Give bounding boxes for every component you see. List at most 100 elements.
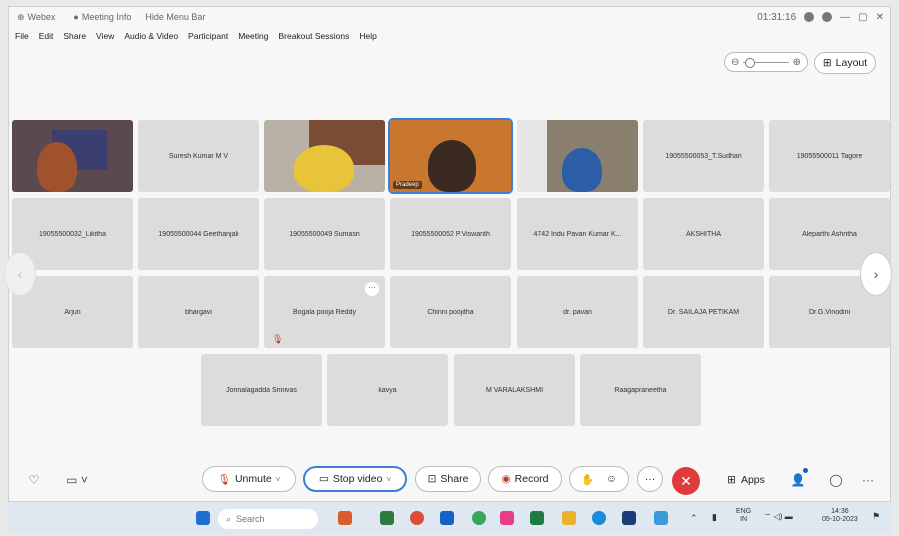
chevron-down-icon[interactable]: ˅ bbox=[276, 475, 281, 484]
mic-muted-icon: 🎙 bbox=[272, 334, 284, 344]
show-hidden-icons[interactable]: ⌃ bbox=[690, 514, 698, 523]
menu-help[interactable]: Help bbox=[359, 31, 376, 47]
widgets-icon[interactable] bbox=[338, 511, 352, 525]
captions-button[interactable]: ▭ ˅ bbox=[60, 468, 94, 492]
close-icon[interactable]: ✕ bbox=[876, 12, 884, 23]
apps-icon: ⊞ bbox=[727, 474, 736, 486]
previous-page-button[interactable]: ‹ bbox=[4, 252, 36, 296]
participant-tile[interactable]: 19055500053_T.Sudhari bbox=[643, 120, 764, 192]
webex-icon: ⊕ bbox=[17, 11, 25, 22]
file-explorer-icon[interactable] bbox=[562, 511, 576, 525]
network-app-icon[interactable] bbox=[654, 511, 668, 525]
meeting-info-button[interactable]: ● Meeting Info bbox=[73, 12, 131, 22]
participant-tile[interactable]: kavya bbox=[327, 354, 448, 426]
edge-icon[interactable] bbox=[592, 511, 606, 525]
participant-tile[interactable]: 4742 Indu Pavan Kumar K... bbox=[517, 198, 638, 270]
stop-video-button[interactable]: ▭ Stop video ˅ bbox=[303, 466, 407, 492]
menu-audio-video[interactable]: Audio & Video bbox=[124, 31, 178, 47]
info-icon: ● bbox=[73, 12, 79, 22]
menu-breakout-sessions[interactable]: Breakout Sessions bbox=[278, 31, 349, 47]
menu-participant[interactable]: Participant bbox=[188, 31, 228, 47]
share-button[interactable]: ⊡ Share bbox=[415, 466, 481, 492]
zoom-slider[interactable]: ⊖ ⊕ bbox=[724, 52, 808, 72]
zoom-knob[interactable] bbox=[745, 57, 756, 68]
unmute-button[interactable]: 🎙 Unmute ˅ bbox=[202, 466, 296, 492]
hide-menu-bar-button[interactable]: Hide Menu Bar bbox=[145, 12, 205, 22]
participants-button[interactable]: 👤 bbox=[786, 468, 810, 492]
taskview-icon[interactable] bbox=[380, 511, 394, 525]
participant-tile[interactable]: AKSHITHA bbox=[643, 198, 764, 270]
more-options-icon[interactable]: ··· bbox=[365, 282, 379, 296]
settings-icon[interactable] bbox=[822, 12, 833, 22]
layout-button[interactable]: ⊞ Layout bbox=[814, 52, 876, 74]
camera-icon: ▭ bbox=[318, 473, 329, 485]
share-icon: ⊡ bbox=[427, 473, 437, 485]
notification-dot bbox=[803, 468, 808, 473]
windows-start-icon[interactable] bbox=[196, 511, 210, 525]
participant-video bbox=[37, 142, 77, 192]
more-options-button[interactable]: ··· bbox=[637, 466, 663, 492]
participant-tile[interactable]: bhargavi bbox=[138, 276, 259, 348]
video-tile-4[interactable] bbox=[517, 120, 638, 192]
participant-tile[interactable]: 19055500011 Tagore bbox=[769, 120, 890, 192]
active-speaker-label: Pradeep bbox=[393, 181, 422, 189]
app-icon[interactable] bbox=[500, 511, 514, 525]
next-page-button[interactable]: › bbox=[860, 252, 892, 296]
participant-tile[interactable]: Suresh Kumar M V bbox=[138, 120, 259, 192]
chevron-right-icon: › bbox=[873, 266, 879, 282]
participant-tile[interactable]: M VARALAKSHMI bbox=[454, 354, 575, 426]
video-tile-active-speaker[interactable]: Pradeep bbox=[388, 118, 513, 194]
network-volume-battery-icons[interactable]: ⌔ ◁) ▬ bbox=[764, 513, 793, 521]
more-panels-button[interactable]: ··· bbox=[856, 468, 880, 492]
notifications-icon[interactable]: ⚑ bbox=[872, 512, 880, 521]
end-call-button[interactable]: ✕ bbox=[672, 467, 700, 495]
zoom-out-icon[interactable]: ⊖ bbox=[731, 57, 739, 68]
grid-icon: ⊞ bbox=[822, 57, 832, 69]
minimize-icon[interactable]: — bbox=[840, 12, 850, 23]
chevron-down-icon[interactable]: ˅ bbox=[386, 475, 391, 484]
menu-file[interactable]: File bbox=[15, 31, 29, 47]
participant-tile[interactable]: 19055500049 Sumasri bbox=[264, 198, 385, 270]
zoom-in-icon[interactable]: ⊕ bbox=[793, 57, 801, 68]
search-icon: ⌕ bbox=[226, 513, 232, 524]
apps-button[interactable]: ⊞ Apps bbox=[722, 468, 770, 492]
hand-emoji-group: ✋ ☺ bbox=[569, 466, 629, 492]
taskbar-search-box[interactable]: ⌕ Search bbox=[218, 509, 318, 529]
reactions-button[interactable]: ♡ bbox=[22, 468, 46, 492]
webex-icon[interactable] bbox=[472, 511, 486, 525]
chat-button[interactable]: ◯ bbox=[824, 468, 848, 492]
menu-share[interactable]: Share bbox=[63, 31, 86, 47]
emoji-icon[interactable]: ☺ bbox=[606, 473, 617, 485]
app-tray-icon[interactable]: ▮ bbox=[712, 513, 717, 522]
record-button[interactable]: ◉ Record bbox=[488, 466, 562, 492]
close-icon: ✕ bbox=[680, 472, 692, 489]
participant-tile[interactable]: Jonnalagadda Srinivas bbox=[201, 354, 322, 426]
participant-video bbox=[294, 145, 354, 192]
participant-video bbox=[428, 140, 476, 192]
menu-bar: File Edit Share View Audio & Video Parti… bbox=[15, 31, 377, 47]
menu-edit[interactable]: Edit bbox=[39, 31, 54, 47]
clock[interactable]: 14:36 05-10-2023 bbox=[822, 508, 858, 524]
app-icon[interactable] bbox=[622, 511, 636, 525]
people-icon: 👤 bbox=[790, 473, 806, 487]
participant-tile[interactable]: 19055500052 P.Viswanth bbox=[390, 198, 511, 270]
language-indicator[interactable]: ENG IN bbox=[736, 508, 751, 524]
more-icon: ··· bbox=[862, 473, 874, 487]
participant-tile[interactable]: Raagapraneetha bbox=[580, 354, 701, 426]
reaction-icon: ♡ bbox=[28, 473, 40, 487]
captions-icon: ▭ ˅ bbox=[66, 473, 88, 487]
menu-view[interactable]: View bbox=[96, 31, 114, 47]
video-tile-2[interactable] bbox=[264, 120, 385, 192]
participant-tile[interactable]: Dr. SAILAJA PETIKAM bbox=[643, 276, 764, 348]
participant-tile[interactable]: dr. pavan bbox=[517, 276, 638, 348]
excel-icon[interactable] bbox=[530, 511, 544, 525]
participant-tile[interactable]: Chinni poojitha bbox=[390, 276, 511, 348]
chrome-icon[interactable] bbox=[410, 511, 424, 525]
menu-meeting[interactable]: Meeting bbox=[238, 31, 268, 47]
raise-hand-icon[interactable]: ✋ bbox=[581, 473, 594, 486]
participant-tile[interactable]: Bogala pooja Reddy ··· 🎙 bbox=[264, 276, 385, 348]
outlook-icon[interactable] bbox=[440, 511, 454, 525]
restore-icon[interactable]: ▢ bbox=[858, 12, 867, 23]
video-tile-1[interactable] bbox=[12, 120, 133, 192]
participant-tile[interactable]: 19055500044 Geethanjali bbox=[138, 198, 259, 270]
